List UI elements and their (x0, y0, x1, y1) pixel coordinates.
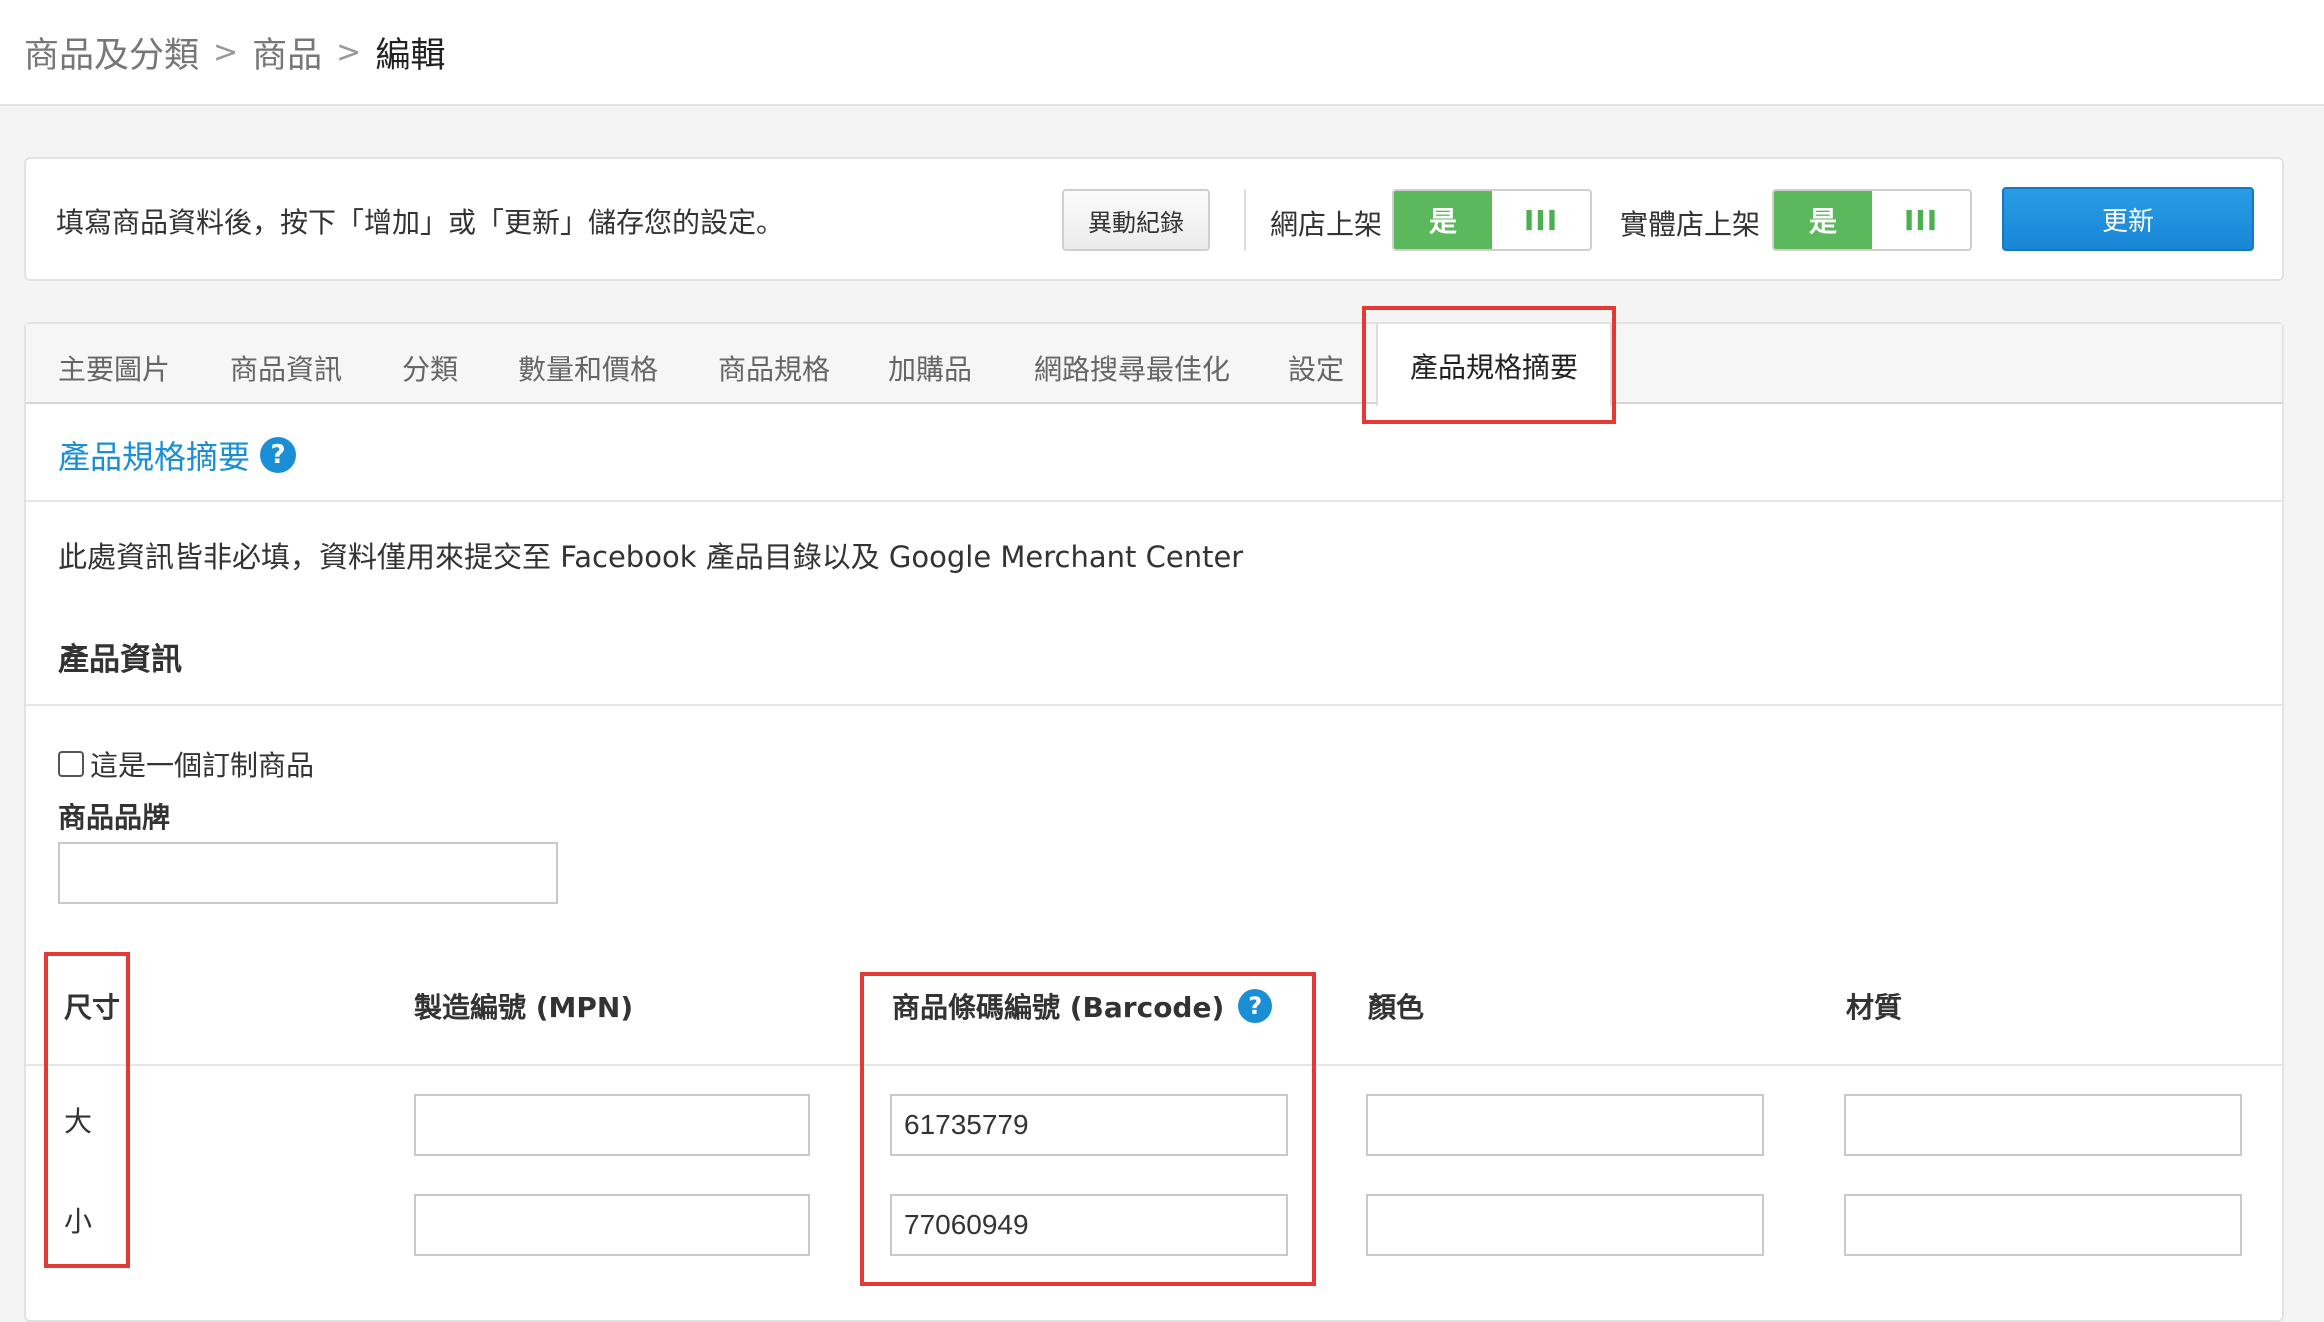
tab-product-info[interactable]: 商品資訊 (230, 348, 342, 388)
toggle-no-icon[interactable]: III (1492, 191, 1590, 249)
tab-main-images[interactable]: 主要圖片 (58, 348, 170, 388)
brand-label: 商品品牌 (58, 801, 171, 834)
material-input[interactable] (1844, 1094, 2242, 1156)
breadcrumb: 商品及分類 > 商品 > 編輯 (0, 0, 2324, 106)
physical-store-label: 實體店上架 (1620, 208, 1761, 241)
update-button[interactable]: 更新 (2002, 187, 2254, 251)
divider (26, 704, 2282, 706)
custom-product-checkbox[interactable] (58, 751, 84, 777)
tab-quantity-price[interactable]: 數量和價格 (518, 348, 658, 388)
section-title: 產品規格摘要 ? (58, 432, 297, 478)
product-info-heading: 產品資訊 (58, 642, 182, 678)
barcode-column-highlight (860, 972, 1316, 1286)
tab-bar: 主要圖片 商品資訊 分類 數量和價格 商品規格 加購品 網路搜尋最佳化 設定 產… (26, 324, 2282, 406)
breadcrumb-products-categories[interactable]: 商品及分類 (24, 27, 199, 78)
chevron-right-icon: > (336, 34, 362, 70)
breadcrumb-products[interactable]: 商品 (252, 27, 322, 78)
custom-product-label: 這是一個訂制商品 (90, 749, 315, 782)
toggle-yes[interactable]: 是 (1394, 191, 1492, 249)
tab-category[interactable]: 分類 (402, 348, 458, 388)
divider (26, 500, 2282, 502)
physical-store-toggle[interactable]: 是 III (1772, 189, 1972, 251)
section-title-text: 產品規格摘要 (58, 438, 251, 476)
color-input[interactable] (1366, 1094, 1764, 1156)
action-bar: 填寫商品資料後，按下「增加」或「更新」儲存您的設定。 異動紀錄 網店上架 是 I… (24, 157, 2284, 281)
info-text: 此處資訊皆非必填，資料僅用來提交至 Facebook 產品目錄以及 Google… (58, 540, 1244, 574)
col-material: 材質 (1846, 991, 1903, 1024)
divider (1244, 189, 1246, 251)
chevron-right-icon: > (213, 34, 239, 70)
col-mpn: 製造編號 (MPN) (414, 991, 634, 1024)
custom-product-row: 這是一個訂制商品 (58, 744, 314, 784)
tab-seo[interactable]: 網路搜尋最佳化 (1034, 348, 1230, 388)
material-input[interactable] (1844, 1194, 2242, 1256)
color-input[interactable] (1366, 1194, 1764, 1256)
breadcrumb-edit: 編輯 (375, 35, 446, 76)
save-notice: 填寫商品資料後，按下「增加」或「更新」儲存您的設定。 (56, 206, 785, 239)
help-icon[interactable]: ? (260, 437, 297, 473)
mpn-input[interactable] (414, 1094, 810, 1156)
col-color: 顏色 (1368, 991, 1425, 1024)
history-button[interactable]: 異動紀錄 (1062, 189, 1210, 251)
tab-product-spec[interactable]: 商品規格 (718, 348, 830, 388)
online-store-label: 網店上架 (1270, 208, 1383, 241)
product-panel: 主要圖片 商品資訊 分類 數量和價格 商品規格 加購品 網路搜尋最佳化 設定 產… (24, 306, 2284, 1322)
toggle-no-icon[interactable]: III (1872, 191, 1970, 249)
toggle-yes[interactable]: 是 (1774, 191, 1872, 249)
mpn-input[interactable] (414, 1194, 810, 1256)
tab-addon[interactable]: 加購品 (888, 348, 972, 388)
online-store-toggle[interactable]: 是 III (1392, 189, 1592, 251)
tab-settings[interactable]: 設定 (1288, 348, 1344, 388)
brand-input[interactable] (58, 842, 558, 904)
size-column-highlight (44, 952, 130, 1268)
tab-highlight (1362, 306, 1616, 424)
